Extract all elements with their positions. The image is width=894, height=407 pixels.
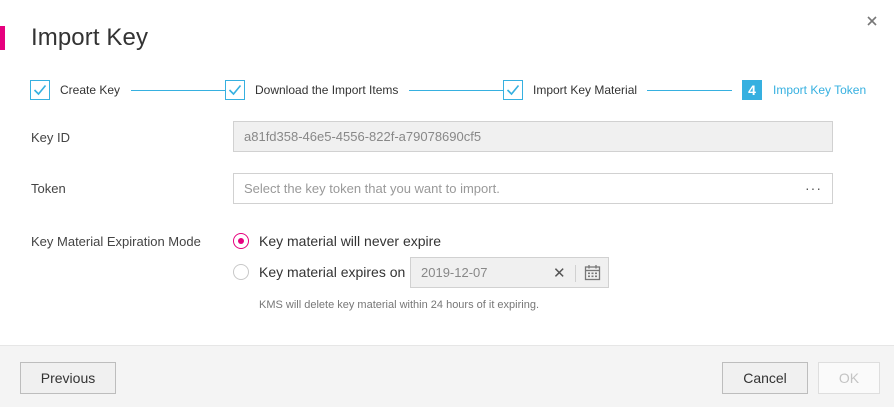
step-3-check-icon bbox=[503, 80, 523, 100]
dialog-footer: Previous Cancel OK bbox=[0, 345, 894, 407]
date-divider bbox=[575, 265, 576, 282]
import-key-dialog: Import Key Create Key Download the Impor… bbox=[0, 0, 894, 407]
step-4-label: Import Key Token bbox=[773, 83, 867, 97]
key-id-value: a81fd358-46e5-4556-822f-a79078690cf5 bbox=[244, 129, 482, 144]
close-icon[interactable] bbox=[862, 11, 882, 31]
step-indicator: Create Key Download the Import Items Imp… bbox=[30, 80, 870, 102]
ok-button[interactable]: OK bbox=[818, 362, 880, 394]
previous-button[interactable]: Previous bbox=[20, 362, 116, 394]
token-placeholder: Select the key token that you want to im… bbox=[244, 181, 500, 196]
key-id-label: Key ID bbox=[31, 130, 71, 145]
expiration-mode-label: Key Material Expiration Mode bbox=[31, 234, 201, 249]
expiry-date-value: 2019-12-07 bbox=[421, 265, 488, 280]
step-2-check-icon bbox=[225, 80, 245, 100]
cancel-button[interactable]: Cancel bbox=[722, 362, 808, 394]
expiry-date-picker[interactable]: 2019-12-07 ✕ bbox=[410, 257, 609, 288]
expiration-hint: KMS will delete key material within 24 h… bbox=[259, 299, 540, 311]
never-expire-radio[interactable] bbox=[233, 233, 249, 249]
clear-date-icon[interactable]: ✕ bbox=[553, 264, 566, 282]
token-label: Token bbox=[31, 181, 66, 196]
expires-on-radio[interactable] bbox=[233, 264, 249, 280]
step-1-label: Create Key bbox=[60, 83, 121, 97]
step-2-label: Download the Import Items bbox=[255, 83, 399, 97]
expires-on-label[interactable]: Key material expires on bbox=[259, 264, 405, 280]
step-4-number: 4 bbox=[742, 80, 762, 100]
step-1-check-icon bbox=[30, 80, 50, 100]
key-id-field: a81fd358-46e5-4556-822f-a79078690cf5 bbox=[233, 121, 833, 152]
token-select-field[interactable]: Select the key token that you want to im… bbox=[233, 173, 833, 204]
step-3-label: Import Key Material bbox=[533, 83, 638, 97]
dialog-title: Import Key bbox=[31, 24, 149, 51]
title-accent-bar bbox=[0, 26, 5, 50]
calendar-icon[interactable] bbox=[584, 264, 601, 286]
never-expire-label[interactable]: Key material will never expire bbox=[259, 233, 441, 249]
step-connector-3 bbox=[647, 90, 732, 91]
more-options-icon[interactable]: ··· bbox=[805, 174, 822, 203]
